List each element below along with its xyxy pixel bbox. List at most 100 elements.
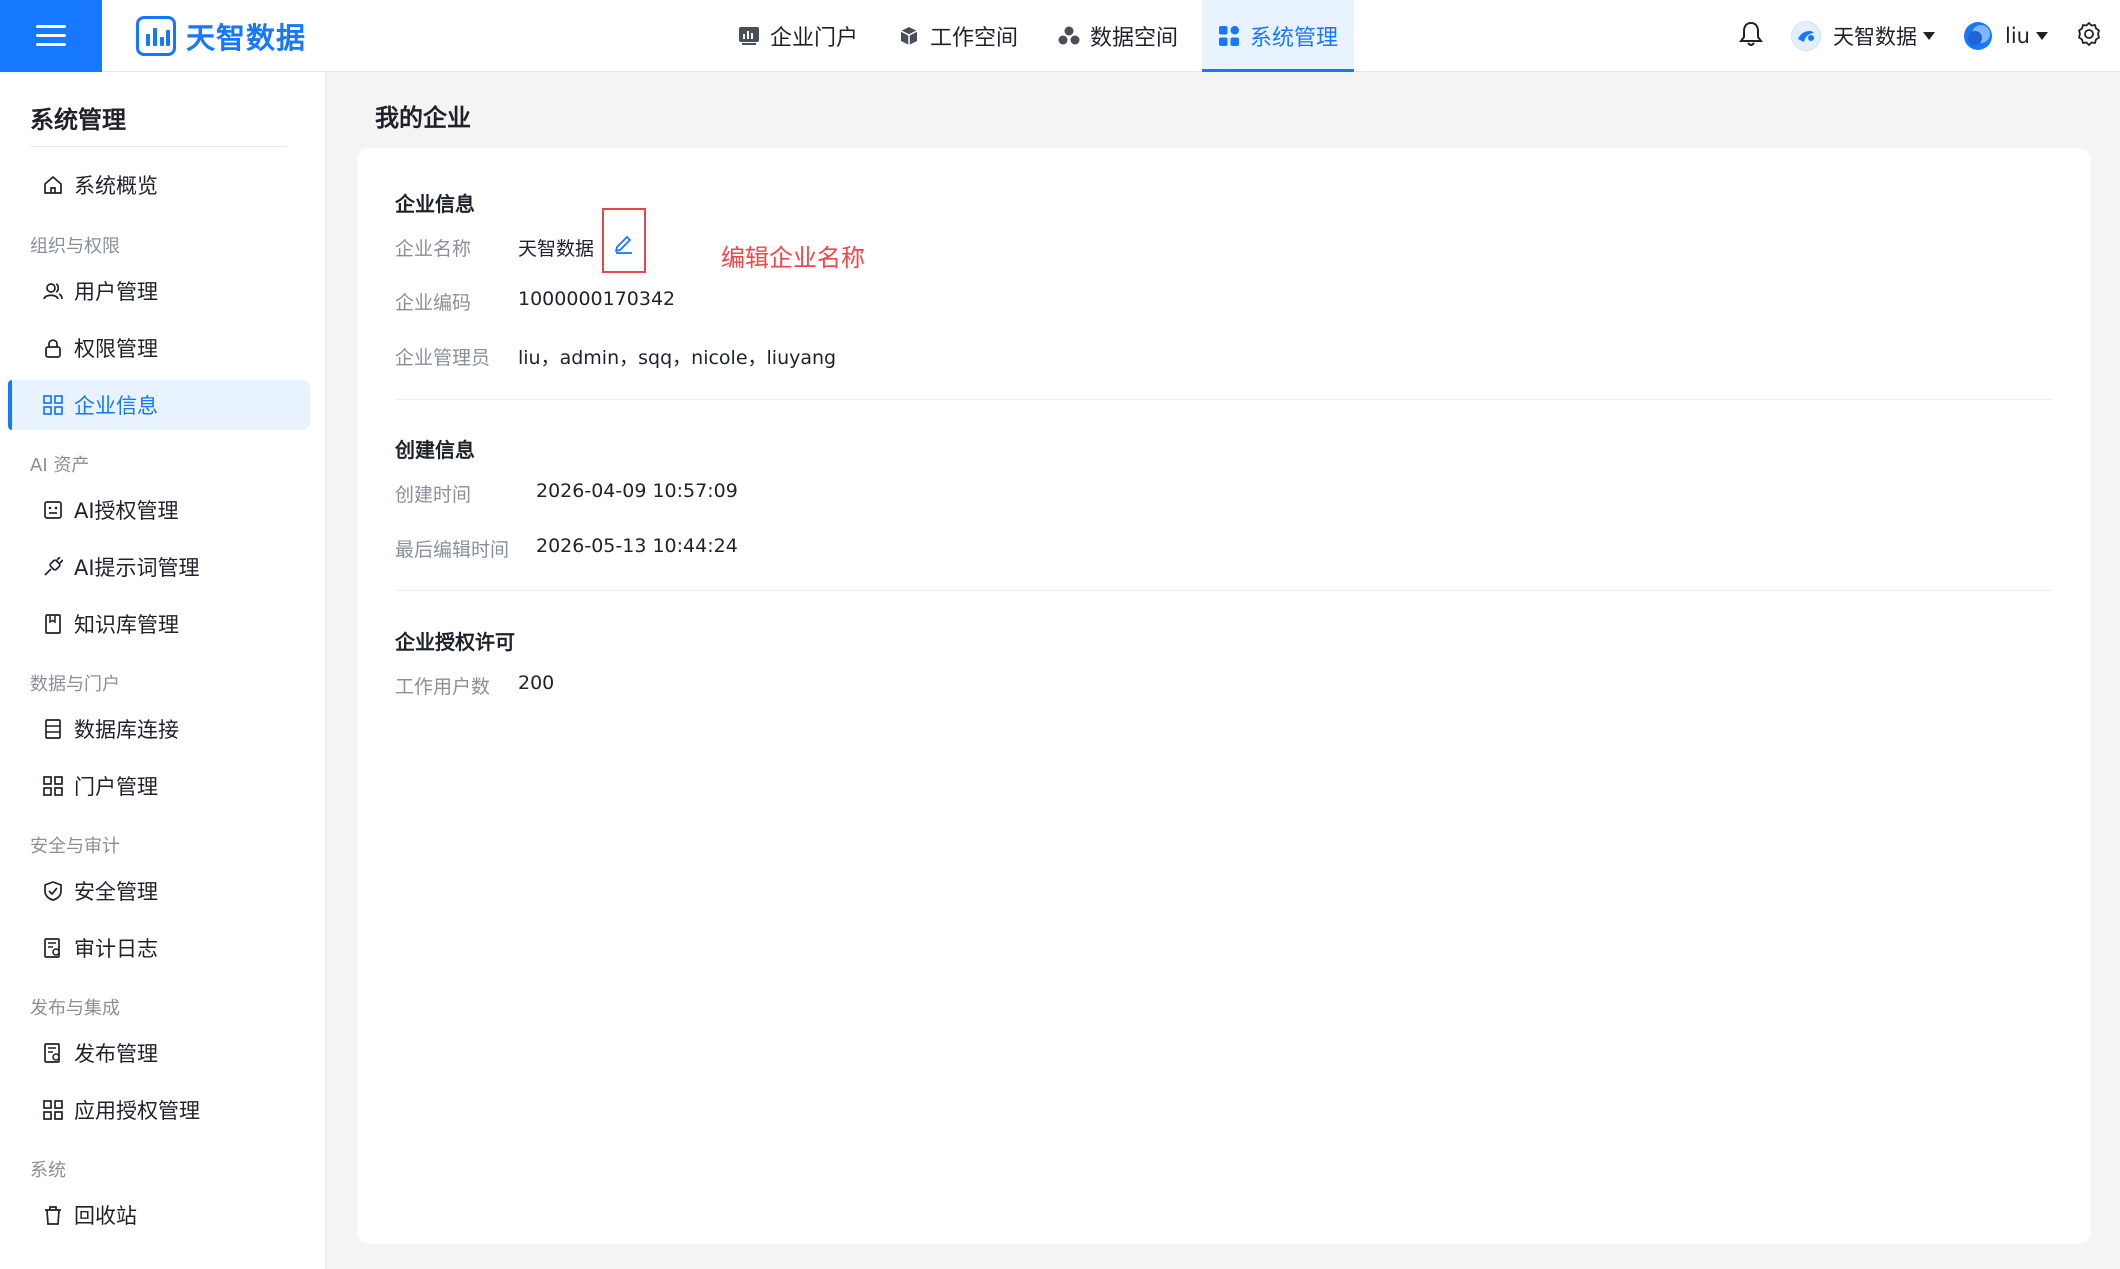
trash-icon xyxy=(42,1204,64,1226)
section-divider xyxy=(395,399,2053,400)
nav-system-management[interactable]: 系统管理 xyxy=(1202,0,1355,72)
sidebar-item-label: 审计日志 xyxy=(74,937,158,961)
section-title-license: 企业授权许可 xyxy=(395,630,515,654)
audit-log-icon xyxy=(42,937,64,959)
sidebar-item-security[interactable]: 安全管理 xyxy=(8,866,310,916)
sidebar-group-org: 组织与权限 xyxy=(30,236,120,257)
sidebar-item-label: 安全管理 xyxy=(74,880,158,904)
sidebar-divider xyxy=(30,146,286,147)
nav-workspace[interactable]: 工作空间 xyxy=(882,0,1034,72)
hamburger-icon xyxy=(36,25,66,47)
sidebar-item-label: 发布管理 xyxy=(74,1042,158,1066)
created-time-label: 创建时间 xyxy=(395,484,472,506)
settings-button[interactable] xyxy=(2076,21,2102,52)
menu-toggle-button[interactable] xyxy=(0,0,102,72)
sidebar-item-ai-auth[interactable]: AI授权管理 xyxy=(8,485,310,535)
edit-pencil-icon[interactable] xyxy=(613,232,635,254)
sidebar-item-label: 回收站 xyxy=(74,1204,137,1228)
top-nav: 企业门户 工作空间 数据空间 系统管理 xyxy=(722,0,1362,72)
user-name: liu xyxy=(2005,24,2030,48)
sidebar-item-users[interactable]: 用户管理 xyxy=(8,266,310,316)
sidebar-item-app-auth[interactable]: 应用授权管理 xyxy=(8,1085,310,1135)
sidebar-item-ai-prompt[interactable]: AI提示词管理 xyxy=(8,542,310,592)
sidebar: 系统管理 系统概览 组织与权限 用户管理 权限管理 企业信息 AI 资产 AI授… xyxy=(0,72,326,1269)
sidebar-title: 系统管理 xyxy=(30,106,126,134)
database-icon xyxy=(42,718,64,740)
nav-label: 企业门户 xyxy=(770,26,859,51)
sidebar-item-label: 知识库管理 xyxy=(74,613,179,637)
robot-icon xyxy=(42,499,64,521)
enterprise-admins-value: liu，admin，sqq，nicole，liuyang xyxy=(518,347,837,369)
sidebar-item-label: 用户管理 xyxy=(74,280,158,304)
bell-icon xyxy=(1739,21,1764,52)
top-right-tools: 天智数据 liu xyxy=(1711,0,2102,72)
sidebar-group-data: 数据与门户 xyxy=(30,674,120,695)
work-users-label: 工作用户数 xyxy=(395,676,491,698)
enterprise-code-value: 1000000170342 xyxy=(518,288,676,310)
apps-grid-icon xyxy=(42,394,64,416)
user-menu[interactable]: liu xyxy=(1963,21,2048,51)
home-icon xyxy=(42,174,64,196)
sidebar-group-ai: AI 资产 xyxy=(30,455,90,476)
book-icon xyxy=(42,613,64,635)
org-name: 天智数据 xyxy=(1833,25,1918,49)
top-bar: 天智数据 企业门户 工作空间 数据空间 系统管理 天智数据 liu xyxy=(0,0,2120,72)
sidebar-item-overview[interactable]: 系统概览 xyxy=(8,160,310,210)
user-avatar xyxy=(1963,21,1993,51)
nav-enterprise-portal[interactable]: 企业门户 xyxy=(722,0,874,72)
sidebar-item-label: AI授权管理 xyxy=(74,499,179,523)
sidebar-item-label: 系统概览 xyxy=(74,174,158,198)
sidebar-item-audit[interactable]: 审计日志 xyxy=(8,923,310,973)
shield-icon xyxy=(42,880,64,902)
app-logo[interactable]: 天智数据 xyxy=(136,14,306,58)
publish-doc-icon xyxy=(42,1042,64,1064)
sidebar-item-label: 应用授权管理 xyxy=(74,1099,200,1123)
users-icon xyxy=(42,280,64,302)
enterprise-card: 企业信息 企业名称 天智数据 编辑企业名称 企业编码 1000000170342… xyxy=(357,148,2091,1244)
sidebar-item-label: 数据库连接 xyxy=(74,718,179,742)
portal-chart-icon xyxy=(738,25,760,47)
sidebar-item-label: 企业信息 xyxy=(74,394,158,418)
last-edited-value: 2026-05-13 10:44:24 xyxy=(536,535,738,557)
nav-data-space[interactable]: 数据空间 xyxy=(1042,0,1194,72)
nav-label: 数据空间 xyxy=(1090,26,1179,51)
org-avatar-icon xyxy=(1791,21,1822,51)
apps-grid-icon xyxy=(42,1099,64,1121)
sidebar-item-db-connection[interactable]: 数据库连接 xyxy=(8,704,310,754)
sidebar-item-portal[interactable]: 门户管理 xyxy=(8,761,310,811)
sidebar-item-knowledge[interactable]: 知识库管理 xyxy=(8,599,310,649)
sidebar-group-system: 系统 xyxy=(30,1160,66,1181)
last-edited-label: 最后编辑时间 xyxy=(395,539,510,561)
sidebar-item-recycle-bin[interactable]: 回收站 xyxy=(8,1190,310,1240)
plug-icon xyxy=(42,556,64,578)
logo-text: 天智数据 xyxy=(186,21,307,55)
grid-icon xyxy=(1218,25,1240,47)
sidebar-item-publish[interactable]: 发布管理 xyxy=(8,1028,310,1078)
chevron-down-icon xyxy=(2036,32,2048,40)
sidebar-item-label: AI提示词管理 xyxy=(74,556,200,580)
page-title: 我的企业 xyxy=(375,104,471,132)
section-title-create-info: 创建信息 xyxy=(395,438,475,462)
section-divider xyxy=(395,590,2053,591)
sidebar-group-publish: 发布与集成 xyxy=(30,998,120,1019)
sidebar-item-label: 门户管理 xyxy=(74,775,158,799)
org-switcher[interactable]: 天智数据 xyxy=(1791,21,1936,51)
logo-chart-icon xyxy=(136,16,176,56)
nav-label: 系统管理 xyxy=(1250,26,1339,51)
sidebar-item-enterprise-info[interactable]: 企业信息 xyxy=(8,380,310,430)
cube-icon xyxy=(898,25,920,47)
apps-grid-icon xyxy=(42,775,64,797)
nav-label: 工作空间 xyxy=(930,26,1019,51)
sidebar-group-security: 安全与审计 xyxy=(30,836,120,857)
enterprise-name-label: 企业名称 xyxy=(395,238,472,260)
enterprise-code-label: 企业编码 xyxy=(395,292,472,314)
sidebar-item-permissions[interactable]: 权限管理 xyxy=(8,323,310,373)
chevron-down-icon xyxy=(1923,32,1936,40)
gear-icon xyxy=(2076,21,2102,52)
notifications-button[interactable] xyxy=(1739,21,1764,52)
enterprise-name-value: 天智数据 xyxy=(518,238,595,260)
annotation-text: 编辑企业名称 xyxy=(721,244,865,272)
sidebar-item-label: 权限管理 xyxy=(74,337,158,361)
created-time-value: 2026-04-09 10:57:09 xyxy=(536,480,738,502)
work-users-value: 200 xyxy=(518,672,555,694)
